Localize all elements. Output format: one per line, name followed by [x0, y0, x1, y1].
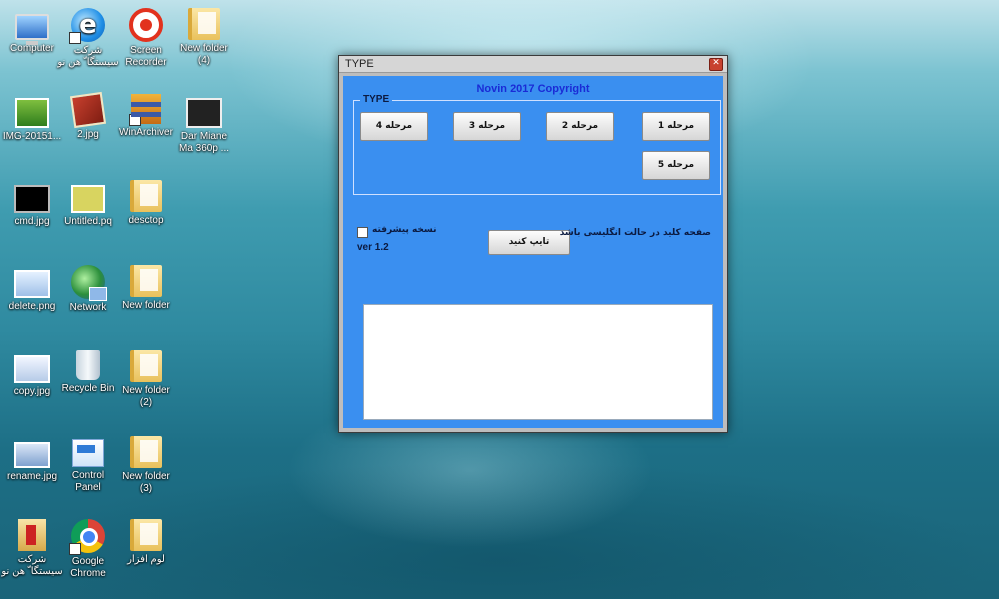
stage-3-button[interactable]: مرحله 3 [453, 112, 521, 141]
output-textbox[interactable] [363, 304, 713, 420]
advanced-version-label: نسخه پیشرفته [372, 225, 437, 235]
folder-icon [130, 180, 162, 212]
desktop-icon-lavazem-afzar[interactable]: لوم افزار [114, 519, 178, 566]
desktop-icon-label: delete.png [8, 301, 56, 312]
folder-icon [130, 265, 162, 297]
close-icon[interactable] [709, 58, 723, 71]
winarchiver-icon [129, 94, 161, 126]
desktop-icon-label: شرکت سیستگا ّ هن نو [57, 45, 119, 68]
desktop-icon-label: Control Panel [71, 470, 105, 493]
desktop-icon-shirkat-folder[interactable]: شرکت سیستگا ّ هن نو [0, 519, 64, 578]
image-file-icon [69, 91, 107, 129]
desktop-icon-shirkat-ie[interactable]: شرکت سیستگا ّ هن نو [56, 8, 120, 69]
desktop-icon-label: Dar Miane Ma 360p ... [178, 131, 230, 154]
image-file-icon [14, 442, 50, 468]
type-groupbox: TYPE مرحله 1 مرحله 2 مرحله 3 مرحله 4 مرح… [353, 94, 721, 195]
desktop-icon-label: New folder [122, 300, 170, 311]
desktop-icon-untitled[interactable]: Untitled.pq [56, 180, 120, 228]
type-button[interactable]: تایپ کنید [488, 230, 570, 255]
desktop-icon-google-chrome[interactable]: Google Chrome [56, 519, 120, 580]
copyright-text: Novin 2017 Copyright [476, 83, 590, 95]
image-file-icon [14, 185, 50, 213]
desktop-icon-label: rename.jpg [6, 471, 58, 482]
internet-explorer-icon [69, 8, 105, 44]
desktop-icon-control-panel[interactable]: Control Panel [56, 436, 120, 494]
desktop-icon-label: 2.jpg [77, 129, 99, 140]
image-file-icon [71, 185, 105, 213]
desktop-icon-dar-miane[interactable]: Dar Miane Ma 360p ... [172, 94, 236, 155]
desktop-icon-2jpg[interactable]: 2.jpg [56, 91, 120, 141]
keyboard-english-note: صفحه کلید در حالت انگلیسی باشد [559, 228, 711, 238]
desktop-icon-label: cmd.jpg [14, 216, 50, 227]
desktop-icon-label: Google Chrome [70, 556, 106, 579]
desktop-icon-rename-jpg[interactable]: rename.jpg [0, 436, 64, 483]
desktop-icon-label: Network [69, 302, 107, 313]
desktop-icon-label: Untitled.pq [64, 216, 112, 227]
chrome-icon [69, 519, 105, 555]
desktop-icon-label: Screen Recorder [125, 45, 167, 68]
advanced-version-checkbox[interactable] [357, 227, 368, 238]
stage-2-button[interactable]: مرحله 2 [546, 112, 614, 141]
desktop-icon-desctop[interactable]: desctop [114, 180, 178, 227]
desktop-icon-computer[interactable]: Computer [0, 8, 64, 55]
desktop-icon-label: IMG-20151... [2, 131, 62, 142]
control-panel-icon [72, 439, 104, 467]
desktop-icon-copy-jpg[interactable]: copy.jpg [0, 350, 64, 398]
folder-icon [130, 519, 162, 551]
desktop-icon-label: New folder (2) [122, 385, 170, 408]
image-file-icon [14, 270, 50, 298]
folder-icon [130, 350, 162, 382]
desktop-icon-new-folder[interactable]: New folder [114, 265, 178, 312]
type-app-window: TYPE Novin 2017 Copyright TYPE مرحله 1 م… [338, 55, 728, 433]
desktop-icon-new-folder-4[interactable]: New folder (4) [172, 8, 236, 67]
recycle-bin-icon [76, 350, 100, 380]
desktop-icon-label: New folder (3) [122, 471, 170, 494]
photo-icon [15, 98, 49, 128]
desktop-icon-label: copy.jpg [13, 386, 51, 397]
version-label: ver 1.2 [357, 242, 389, 253]
folder-icon [188, 8, 220, 40]
screen-recorder-icon [129, 8, 163, 42]
desktop-icon-img-2015[interactable]: IMG-20151... [0, 94, 64, 143]
folder-icon [130, 436, 162, 468]
desktop-icon-label: Recycle Bin [61, 383, 115, 394]
network-icon [71, 265, 107, 301]
groupbox-label: TYPE [360, 94, 393, 105]
window-titlebar[interactable]: TYPE [339, 56, 727, 73]
computer-icon [15, 14, 49, 45]
desktop-icon-label: WinArchiver [119, 127, 173, 138]
window-title: TYPE [345, 58, 374, 70]
desktop-icon-recycle-bin[interactable]: Recycle Bin [56, 350, 120, 395]
stage-1-button[interactable]: مرحله 1 [642, 112, 710, 141]
stage-4-button[interactable]: مرحله 4 [360, 112, 428, 141]
desktop-icon-new-folder-2[interactable]: New folder (2) [114, 350, 178, 409]
desktop-icon-label: New folder (4) [180, 43, 228, 66]
image-file-icon [14, 355, 50, 383]
folder-shortcut-icon [18, 519, 46, 551]
desktop-icon-winarchiver[interactable]: WinArchiver [114, 94, 178, 139]
desktop-icon-screen-recorder[interactable]: Screen Recorder [114, 8, 178, 69]
desktop-icon-new-folder-3[interactable]: New folder (3) [114, 436, 178, 495]
desktop-icon-network[interactable]: Network [56, 265, 120, 314]
desktop-icon-label: desctop [128, 215, 164, 226]
desktop-icon-label: شرکت سیستگا ّ هن نو [1, 554, 63, 577]
desktop-icon-cmd-jpg[interactable]: cmd.jpg [0, 180, 64, 228]
stage-5-button[interactable]: مرحله 5 [642, 151, 710, 180]
desktop-icon-label: لوم افزار [127, 554, 165, 565]
desktop-icon-delete-png[interactable]: delete.png [0, 265, 64, 313]
window-client-area: Novin 2017 Copyright TYPE مرحله 1 مرحله … [343, 76, 723, 428]
video-file-icon [186, 98, 222, 128]
